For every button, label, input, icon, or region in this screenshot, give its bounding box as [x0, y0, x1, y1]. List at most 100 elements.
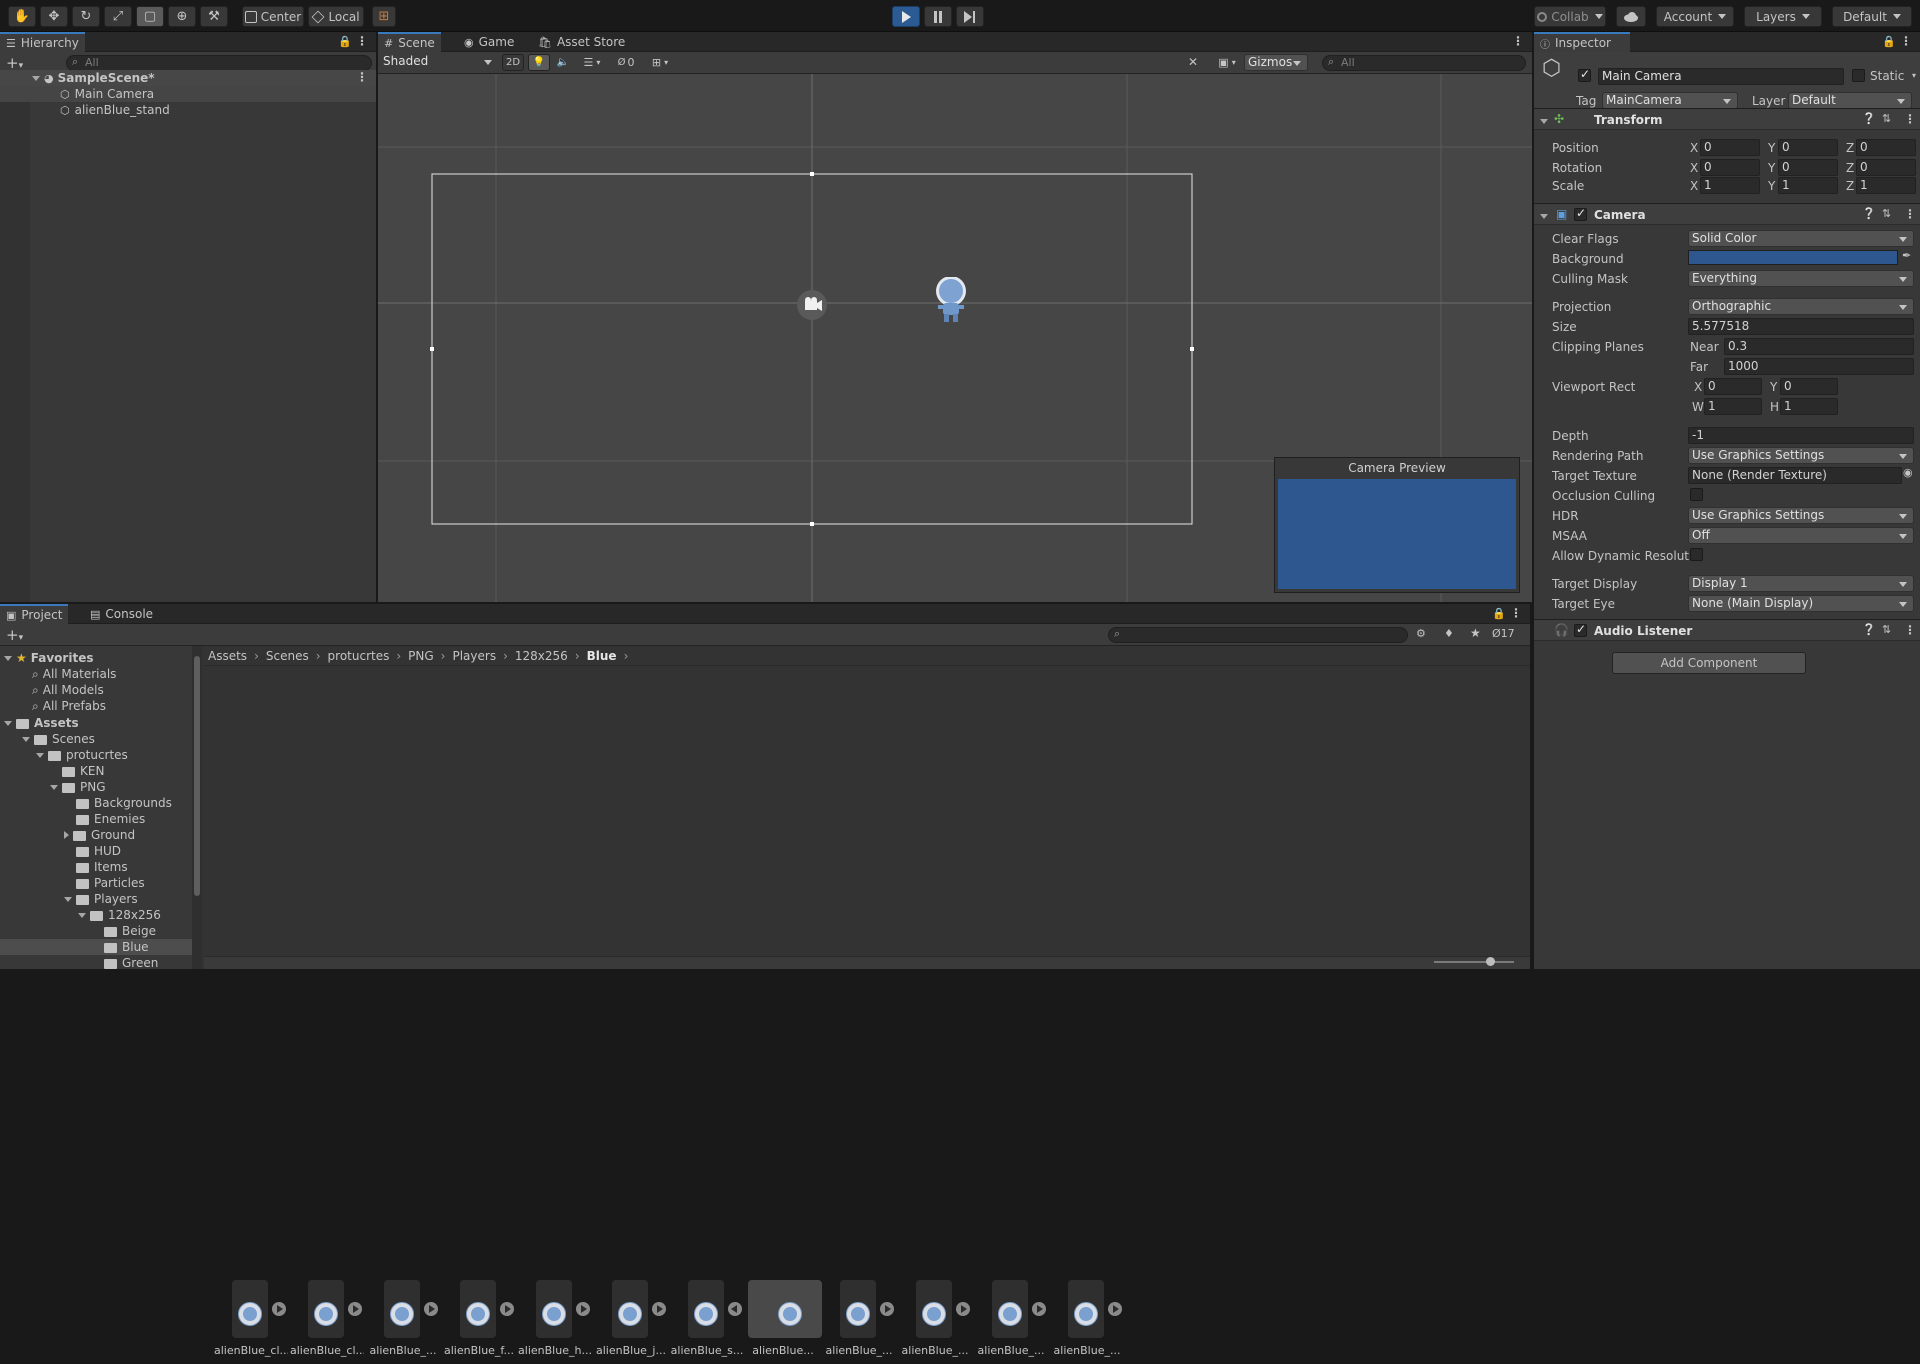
preset-icon[interactable]: ⇅: [1882, 207, 1891, 220]
target-display-dropdown[interactable]: Display 1: [1688, 575, 1914, 592]
collab-dropdown[interactable]: Collab: [1534, 6, 1606, 27]
folder-tree-item[interactable]: Blue: [0, 939, 192, 955]
asset-tile[interactable]: alienBlue_f...: [442, 1274, 516, 1364]
occlusion-culling-checkbox[interactable]: [1690, 488, 1703, 501]
pivot-center-button[interactable]: Center: [242, 6, 304, 27]
lighting-toggle-button[interactable]: 💡: [528, 54, 550, 71]
tab-console[interactable]: ▤ Console: [84, 604, 159, 624]
folder-tree-item[interactable]: Backgrounds: [0, 795, 192, 811]
breadcrumb-item[interactable]: Players: [452, 649, 496, 663]
account-dropdown[interactable]: Account: [1656, 6, 1734, 27]
move-tool-button[interactable]: ✥: [40, 6, 68, 27]
breadcrumb-item[interactable]: Blue: [587, 649, 617, 663]
shading-mode-dropdown[interactable]: Shaded: [380, 54, 498, 71]
rotation-z-input[interactable]: 0: [1856, 159, 1916, 176]
lock-icon[interactable]: 🔒: [1882, 35, 1896, 48]
viewport-w-input[interactable]: 1: [1704, 398, 1762, 415]
rendering-path-dropdown[interactable]: Use Graphics Settings: [1688, 447, 1914, 464]
breadcrumb-item[interactable]: Scenes: [266, 649, 309, 663]
audio-listener-header[interactable]: 🎧 Audio Listener ❔ ⇅ ⋮: [1534, 619, 1920, 641]
camera-enabled-checkbox[interactable]: [1574, 206, 1587, 221]
far-input[interactable]: 1000: [1724, 358, 1914, 375]
tools-icon[interactable]: ✕: [1188, 55, 1198, 69]
scale-y-input[interactable]: 1: [1778, 177, 1838, 194]
static-dropdown[interactable]: Static: [1870, 69, 1904, 83]
hidden-objects-toggle[interactable]: Ø0: [610, 54, 642, 71]
folder-tree-item[interactable]: PNG: [0, 779, 192, 795]
folder-tree-item[interactable]: Green: [0, 955, 192, 969]
folder-tree-item[interactable]: Scenes: [0, 731, 192, 747]
folder-tree-item[interactable]: Items: [0, 859, 192, 875]
help-icon[interactable]: ❔: [1862, 623, 1876, 636]
projection-dropdown[interactable]: Orthographic: [1688, 298, 1914, 315]
pivot-space-button[interactable]: Local: [308, 6, 364, 27]
step-button[interactable]: [956, 6, 984, 27]
folder-tree-item[interactable]: KEN: [0, 763, 192, 779]
kebab-menu-icon[interactable]: ⋮: [1904, 207, 1916, 221]
kebab-menu-icon[interactable]: ⋮: [1900, 34, 1912, 48]
background-color-field[interactable]: [1688, 250, 1898, 265]
layout-dropdown[interactable]: Default: [1832, 6, 1912, 27]
breadcrumb-item[interactable]: PNG: [408, 649, 434, 663]
thumbnail-size-slider-thumb[interactable]: [1486, 957, 1495, 966]
preset-icon[interactable]: ⇅: [1882, 112, 1891, 125]
expand-subassets-icon[interactable]: [956, 1302, 970, 1316]
hierarchy-search-input[interactable]: All: [66, 55, 372, 71]
folder-tree-item[interactable]: Ground: [0, 827, 192, 843]
transform-header[interactable]: ✣ Transform ❔ ⇅ ⋮: [1534, 108, 1920, 130]
rect-tool-button[interactable]: ▢: [136, 6, 164, 27]
expand-subassets-icon[interactable]: [272, 1302, 286, 1316]
breadcrumb-item[interactable]: Assets: [208, 649, 247, 663]
hand-tool-button[interactable]: ✋: [8, 6, 36, 27]
asset-tile[interactable]: alienBlue_...: [366, 1274, 440, 1364]
culling-mask-dropdown[interactable]: Everything: [1688, 270, 1914, 287]
position-y-input[interactable]: 0: [1778, 139, 1838, 156]
kebab-menu-icon[interactable]: ⋮: [1510, 606, 1522, 620]
tree-scrollbar-track[interactable]: [192, 646, 202, 969]
custom-tool-button[interactable]: ⚒: [200, 6, 228, 27]
tab-inspector[interactable]: ⓘ Inspector: [1534, 32, 1630, 52]
thumbnail-size-slider[interactable]: [1434, 961, 1514, 963]
2d-toggle-button[interactable]: 2D: [502, 54, 524, 71]
target-eye-dropdown[interactable]: None (Main Display): [1688, 595, 1914, 612]
kebab-menu-icon[interactable]: ⋮: [1904, 112, 1916, 126]
favorites-header[interactable]: ★ Favorites: [4, 650, 93, 666]
expand-subassets-icon[interactable]: [1032, 1302, 1046, 1316]
tree-scrollbar-thumb[interactable]: [194, 656, 200, 896]
layer-dropdown[interactable]: Default: [1788, 92, 1912, 109]
object-name-input[interactable]: Main Camera: [1598, 68, 1844, 85]
kebab-menu-icon[interactable]: ⋮: [1512, 34, 1524, 48]
folder-tree-item[interactable]: Beige: [0, 923, 192, 939]
scene-row[interactable]: ◕ SampleScene* ⋮: [0, 70, 376, 86]
favorite-item[interactable]: ⌕ All Materials: [32, 666, 116, 682]
tab-game[interactable]: ◉ Game: [458, 32, 520, 52]
layers-dropdown[interactable]: Layers: [1744, 6, 1822, 27]
tag-dropdown[interactable]: MainCamera: [1602, 92, 1738, 109]
search-by-type-icon[interactable]: ⚙: [1416, 627, 1426, 640]
asset-tile[interactable]: alienBlue_...: [898, 1274, 972, 1364]
alien-sprite[interactable]: [934, 277, 968, 325]
depth-input[interactable]: -1: [1688, 427, 1914, 444]
object-picker-icon[interactable]: ◉: [1903, 466, 1913, 479]
viewport-y-input[interactable]: 0: [1780, 378, 1838, 395]
search-by-label-icon[interactable]: ♦: [1444, 627, 1454, 640]
audio-listener-checkbox[interactable]: [1574, 622, 1587, 637]
size-input[interactable]: 5.577518: [1688, 318, 1914, 335]
project-search-input[interactable]: [1108, 627, 1408, 643]
clear-flags-dropdown[interactable]: Solid Color: [1688, 230, 1914, 247]
collapse-subassets-icon[interactable]: [728, 1302, 742, 1316]
tab-asset-store[interactable]: 🛍 Asset Store: [532, 32, 631, 52]
rotation-x-input[interactable]: 0: [1700, 159, 1760, 176]
expand-subassets-icon[interactable]: [348, 1302, 362, 1316]
asset-tile[interactable]: alienBlue_s...: [670, 1274, 744, 1364]
folder-tree-item[interactable]: Enemies: [0, 811, 192, 827]
camera-gizmo-icon[interactable]: [797, 290, 827, 320]
hierarchy-item-main-camera[interactable]: ⬡ Main Camera: [0, 86, 376, 102]
static-checkbox[interactable]: [1852, 69, 1865, 82]
target-texture-field[interactable]: None (Render Texture): [1688, 467, 1902, 484]
cloud-button[interactable]: [1616, 6, 1646, 27]
hierarchy-item-alienblue-stand[interactable]: ⬡ alienBlue_stand: [0, 102, 376, 118]
folder-tree-item[interactable]: 128x256: [0, 907, 192, 923]
grid-snap-dropdown[interactable]: ⊞ ▾: [644, 54, 676, 71]
scale-z-input[interactable]: 1: [1856, 177, 1916, 194]
